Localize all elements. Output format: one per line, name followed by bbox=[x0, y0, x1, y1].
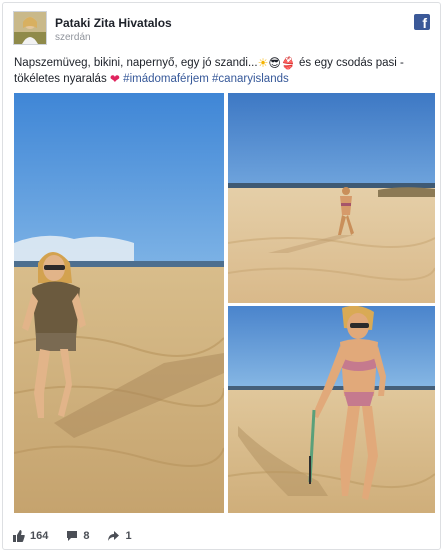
post-text: Napszemüveg, bikini, napernyő, egy jó sz… bbox=[14, 55, 434, 87]
hashtag-link[interactable]: #imádomaférjem bbox=[123, 73, 209, 85]
hashtag-link[interactable]: #canaryislands bbox=[212, 73, 289, 85]
share-count[interactable]: 1 bbox=[107, 530, 132, 542]
post-photo-3[interactable] bbox=[228, 306, 435, 513]
post-text-part: és egy csodás pasi - bbox=[295, 57, 404, 69]
bikini-emoji-icon: 👙 bbox=[280, 56, 296, 70]
comment-count-value: 8 bbox=[83, 530, 90, 542]
like-thumb-icon bbox=[13, 530, 25, 542]
page-name-link[interactable]: Pataki Zita Hivatalos bbox=[55, 16, 172, 30]
heart-emoji-icon: ❤ bbox=[109, 72, 120, 86]
facebook-logo-icon[interactable]: f bbox=[414, 14, 430, 30]
sun-emoji-icon: ☀ bbox=[257, 56, 269, 70]
post-timestamp[interactable]: szerdán bbox=[55, 32, 91, 43]
share-arrow-icon bbox=[108, 531, 120, 541]
post-text-part: Napszemüveg, bikini, napernyő, egy jó sz… bbox=[14, 57, 258, 69]
share-count-value: 1 bbox=[125, 530, 132, 542]
like-count[interactable]: 164 bbox=[13, 530, 48, 542]
post-photo-main[interactable] bbox=[14, 93, 224, 513]
facebook-post-card: Pataki Zita Hivatalos szerdán f Napszemü… bbox=[2, 2, 441, 550]
comment-bubble-icon bbox=[67, 531, 78, 541]
like-count-value: 164 bbox=[30, 530, 49, 542]
post-text-part: tökéletes nyaralás bbox=[14, 73, 107, 85]
sunglasses-emoji-icon: 😎 bbox=[268, 56, 281, 70]
engagement-bar: 164 8 1 bbox=[13, 530, 150, 542]
comment-count[interactable]: 8 bbox=[66, 530, 89, 542]
page-avatar[interactable] bbox=[13, 11, 47, 45]
post-photo-2[interactable] bbox=[228, 93, 435, 303]
